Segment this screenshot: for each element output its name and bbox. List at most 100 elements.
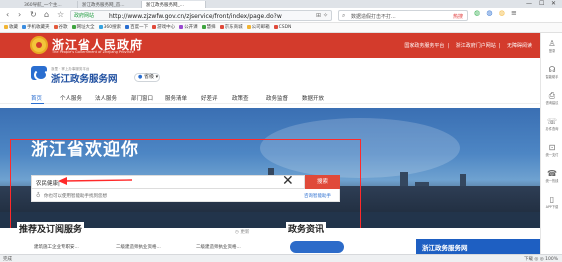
national-emblem-icon (30, 36, 48, 54)
url-text[interactable]: http://www.zjzwfw.gov.cn/zjservice/front… (109, 13, 282, 20)
menu-icon[interactable]: ≡ (511, 9, 519, 17)
bookmark-icon (125, 24, 130, 29)
bookmark-item[interactable]: 公开课 (179, 23, 198, 32)
bookmark-icon (53, 24, 58, 29)
hero-search-value: 农民健康| (36, 181, 60, 187)
bookmark-item[interactable]: 谷歌 (53, 23, 68, 32)
recommend-refresh-label: 更新 (240, 230, 250, 235)
recommend-refresh[interactable]: ◷ 更新 (235, 229, 249, 235)
nav-item[interactable]: 好差评 (201, 94, 218, 102)
news-title: 政务资讯 (286, 222, 327, 235)
news-tab-pill[interactable] (290, 241, 344, 253)
status-right: 下载 ◎ ◎ 100% (523, 257, 558, 262)
recommend-title: 推荐及订阅服务 (17, 222, 85, 235)
sidebar-item[interactable]: ☎ 统一热线 (541, 169, 562, 183)
bookmark-item[interactable]: 网址大全 (71, 23, 95, 32)
nav-item[interactable]: 政务监督 (266, 94, 288, 102)
extension-icon[interactable]: ◍ (499, 9, 507, 17)
sidebar-label: 登录 (548, 49, 556, 53)
sidebar-label: 智能助手 (545, 75, 559, 79)
region-selector[interactable]: ● 省级 ▾ (134, 73, 160, 82)
sidebar-item[interactable]: ⊡ 统一支付 (541, 143, 562, 157)
maximize-icon[interactable]: ☐ (539, 0, 544, 7)
bookmark-label: 360搜索 (103, 25, 122, 30)
hero-search-button[interactable]: 搜索 (305, 175, 340, 189)
clear-icon[interactable]: ✕ (282, 174, 294, 188)
bookmark-item[interactable]: 公司邮箱 (246, 23, 270, 32)
news-banner[interactable]: 浙江政务服务网 (416, 239, 540, 254)
sidebar-icon: ☏ (546, 117, 557, 126)
service-title[interactable]: 浙江政务服务网 (51, 71, 118, 85)
gov-header: 浙江省人民政府 The People's Government of Zheji… (0, 33, 540, 58)
nav-active-underline (31, 103, 44, 104)
sidebar-icon: ▯ (549, 195, 555, 204)
bookmark-icon (201, 24, 206, 29)
browser-tab[interactable]: 360导航_一个主... (20, 1, 78, 8)
sidebar-item[interactable]: ▯ APP下载 (541, 195, 562, 209)
home-icon[interactable]: ⌂ (44, 10, 49, 19)
bookmark-item[interactable]: 百度一下 (125, 23, 148, 32)
sidebar-label: 办件查询 (545, 127, 559, 131)
bookmark-icon (219, 24, 224, 29)
bookmark-item[interactable]: 京东商城 (219, 23, 243, 32)
browser-tab-active[interactable]: 浙江政务服务网_... (142, 1, 206, 8)
lightbulb-icon: ♁ (36, 192, 41, 199)
sidebar-icon: ♙ (548, 39, 556, 48)
hot-search-badge[interactable]: 热搜 (453, 13, 463, 20)
bookmark-label: 手机收藏夹 (27, 25, 50, 30)
extension-icon[interactable]: ◍ (486, 9, 494, 17)
nav-item[interactable]: 服务清单 (165, 94, 187, 102)
nav-item[interactable]: 部门窗口 (131, 94, 153, 102)
browser-tab[interactable]: 浙江政务服务网_首... (78, 1, 142, 8)
star-icon[interactable]: ☆ (57, 10, 64, 19)
refresh-icon[interactable]: ↻ (30, 10, 37, 19)
bookmark-item[interactable]: 收藏 (4, 23, 18, 32)
sidebar-item[interactable]: ☊ 智能助手 (541, 65, 562, 79)
nav-item[interactable]: 法人服务 (95, 94, 117, 102)
bookmark-item[interactable]: CSDN (273, 23, 291, 32)
extension-icon[interactable]: ◍ (474, 9, 482, 17)
bookmark-icon (246, 24, 251, 29)
bookmark-label: 游戏中心 (157, 25, 176, 30)
bookmark-icon (22, 24, 26, 29)
nav-item[interactable]: 首页 (31, 94, 42, 102)
smart-assistant-link[interactable]: 咨询智能助手 (304, 193, 331, 199)
hero-search-input[interactable]: 农民健康| (31, 175, 305, 189)
recommend-item[interactable]: 二级建造师执业资格... (116, 244, 161, 250)
minimize-icon[interactable]: — (526, 0, 532, 7)
bookmark-item[interactable]: 慧择 (201, 23, 216, 32)
close-icon[interactable]: ✕ (551, 0, 556, 7)
bookmark-label: 京东商城 (224, 25, 243, 30)
hero-title: 浙江省欢迎你 (31, 140, 139, 160)
bookmark-icon (71, 24, 76, 29)
link-gov-portal[interactable]: 浙江政府门户网站 (456, 43, 496, 49)
bookmark-icon (273, 24, 278, 29)
nav-item[interactable]: 数据开放 (302, 94, 324, 102)
bookmark-item[interactable]: 手机收藏夹 (22, 23, 50, 32)
nav-item[interactable]: 政策查 (232, 94, 249, 102)
status-text: 完成 (3, 257, 12, 262)
recommend-item[interactable]: 二级建造师执业资格... (196, 244, 241, 250)
link-accessibility[interactable]: 无障碍阅读 (507, 43, 532, 49)
bookmark-icon (152, 24, 157, 29)
sidebar-item[interactable]: ☏ 办件查询 (541, 117, 562, 131)
url-field[interactable]: 政府网站 http://www.zjzwfw.gov.cn/zjservice/… (70, 10, 332, 21)
bookmark-icon (98, 24, 103, 29)
bookmark-item[interactable]: 360搜索 (98, 23, 122, 32)
bookmark-label: 谷歌 (58, 25, 68, 30)
news-banner-text: 浙江政务服务网 (422, 244, 468, 252)
url-actions-icon[interactable]: ⊞ ✧ (316, 12, 328, 19)
browser-tab-strip: 360导航_一个主... 浙江政务服务网_首... 浙江政务服务网_... — … (0, 0, 562, 8)
nav-item[interactable]: 个人服务 (60, 94, 82, 102)
back-icon[interactable]: ‹ (6, 10, 9, 19)
forward-icon[interactable]: › (18, 10, 21, 19)
browser-search-field[interactable]: ⌕ 数据造假打击不打... 热搜 (338, 10, 468, 21)
sidebar-icon: ☎ (547, 169, 557, 178)
sidebar-item[interactable]: ♙ 登录 (541, 39, 562, 53)
link-national-platform[interactable]: 国家政务服务平台 (404, 43, 444, 49)
hint-text: 你也可以使用智能助手找到您想 (44, 194, 107, 199)
browser-search-text: 数据造假打击不打... (351, 14, 396, 20)
sidebar-item[interactable]: ⎙ 咨询建议 (541, 91, 562, 105)
bookmark-item[interactable]: 游戏中心 (152, 23, 176, 32)
recommend-item[interactable]: 建筑施工企业专职安... (34, 244, 79, 250)
